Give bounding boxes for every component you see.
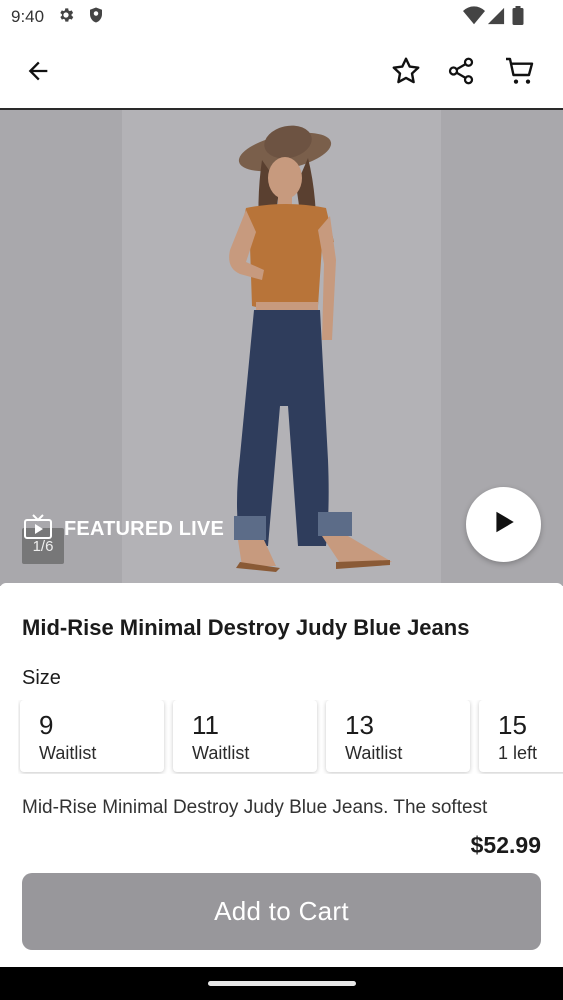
featured-live-label: FEATURED LIVE	[64, 518, 225, 540]
product-description: Mid-Rise Minimal Destroy Judy Blue Jeans…	[22, 797, 488, 818]
product-details-sheet: Mid-Rise Minimal Destroy Judy Blue Jeans…	[0, 583, 563, 967]
size-option-15[interactable]: 15 1 left	[479, 700, 563, 772]
product-price: $52.99	[470, 832, 541, 858]
size-value: 9	[39, 710, 54, 740]
status-bar: 9:40	[0, 0, 563, 34]
play-video-button[interactable]	[466, 487, 541, 562]
size-availability: 1 left	[498, 743, 538, 763]
home-gesture-handle[interactable]	[208, 981, 356, 986]
star-icon[interactable]	[386, 51, 426, 91]
size-availability: Waitlist	[192, 743, 250, 763]
size-label: Size	[22, 667, 61, 689]
size-availability: Waitlist	[39, 743, 97, 763]
size-availability: Waitlist	[345, 743, 403, 763]
add-to-cart-button[interactable]: Add to Cart	[22, 873, 541, 950]
back-arrow-icon[interactable]	[18, 51, 58, 91]
tv-play-icon	[24, 514, 52, 545]
size-option-11[interactable]: 11 Waitlist	[173, 700, 317, 772]
battery-icon	[512, 6, 524, 31]
wifi-icon	[463, 6, 485, 31]
play-icon	[491, 509, 517, 540]
signal-icon	[487, 6, 505, 31]
size-option-13[interactable]: 13 Waitlist	[326, 700, 470, 772]
product-title: Mid-Rise Minimal Destroy Judy Blue Jeans	[22, 615, 470, 640]
size-option-9[interactable]: 9 Waitlist	[20, 700, 164, 772]
featured-live-badge[interactable]: FEATURED LIVE	[24, 514, 224, 545]
size-value: 13	[345, 710, 374, 740]
size-value: 15	[498, 710, 527, 740]
shield-icon	[87, 6, 105, 29]
size-selector: 9 Waitlist 11 Waitlist 13 Waitlist 15 1 …	[18, 700, 563, 774]
product-image-carousel[interactable]: 1/6 FEATURED LIVE	[0, 110, 563, 586]
cart-icon[interactable]	[500, 51, 540, 91]
system-nav-bar	[0, 967, 563, 1000]
share-icon[interactable]	[441, 51, 481, 91]
app-bar	[0, 34, 563, 110]
gear-icon	[57, 6, 75, 29]
status-time: 9:40	[11, 7, 45, 26]
size-value: 11	[192, 710, 219, 740]
